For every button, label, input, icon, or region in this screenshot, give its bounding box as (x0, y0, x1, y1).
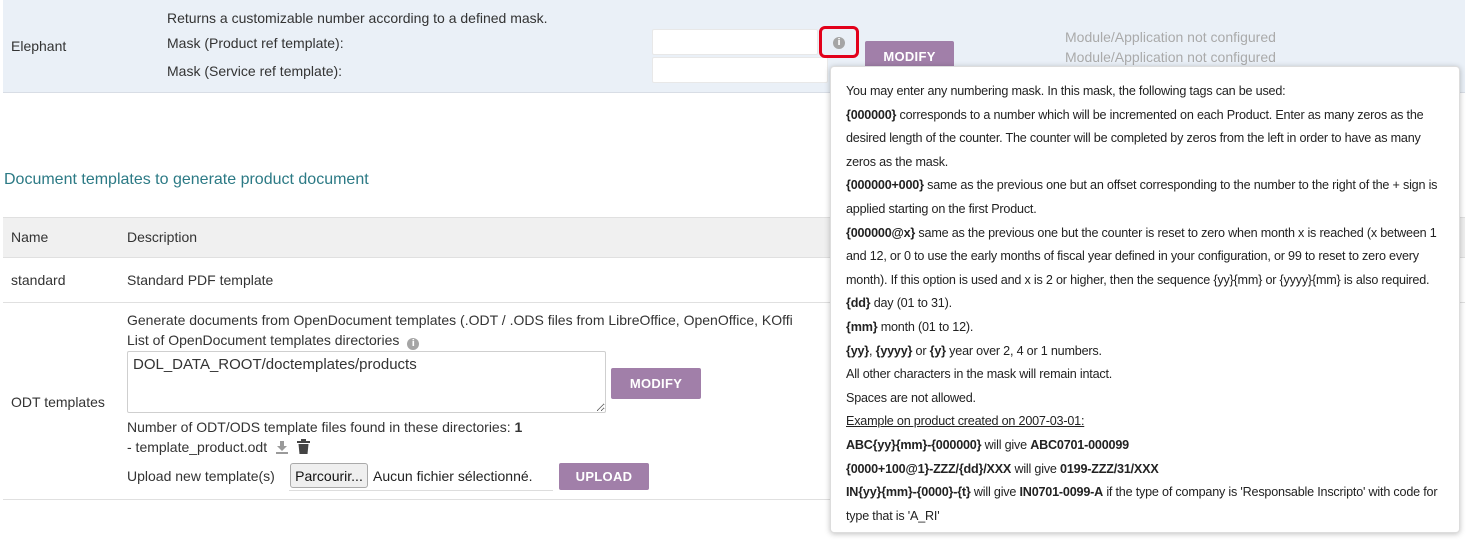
template-name: standard (11, 272, 66, 288)
mask-service-input[interactable] (652, 57, 828, 83)
tooltip-tag: {y} (929, 343, 946, 358)
tooltip-line: {yy}, {yyyy} or {y} year over 2, 4 or 1 … (846, 340, 1444, 364)
tooltip-tag: {mm} (846, 319, 878, 334)
tooltip-tag: IN{yy}{mm}-{0000}-{t} (846, 485, 971, 500)
odt-count: Number of ODT/ODS template files found i… (127, 419, 522, 435)
tooltip-text: same as the previous one but an offset c… (846, 178, 1438, 216)
tooltip-text: , (869, 343, 876, 358)
mask-help-tooltip: You may enter any numbering mask. In thi… (830, 66, 1460, 533)
mask-service-label: Mask (Service ref template): (167, 63, 343, 79)
mask-product-label: Mask (Product ref template): (167, 35, 344, 51)
tooltip-tag: {000000+000} (846, 178, 924, 193)
mask-product-input[interactable] (652, 29, 818, 55)
tooltip-example: IN{yy}{mm}-{0000}-{t} will give IN0701-0… (846, 481, 1444, 528)
column-header-description: Description (127, 229, 198, 245)
tooltip-text: month (01 to 12). (877, 319, 974, 334)
trash-icon[interactable] (296, 439, 310, 457)
tooltip-example: ABC{yy}{mm}-{000000} will give ABC0701-0… (846, 434, 1444, 458)
tooltip-tag: {0000+100@1}-ZZZ/{dd}/XXX (846, 461, 1012, 476)
tooltip-text: will give (970, 485, 1020, 500)
column-header-name: Name (11, 229, 49, 245)
template-description: Standard PDF template (127, 272, 274, 288)
tooltip-line: {000000@x} same as the previous one but … (846, 222, 1444, 293)
odt-dirs-textarea[interactable]: DOL_DATA_ROOT/doctemplates/products (127, 351, 606, 413)
tooltip-line: Spaces are not allowed. (846, 390, 976, 405)
no-file-text: Aucun fichier sélectionné. (373, 468, 533, 484)
odt-count-label: Number of ODT/ODS template files found i… (127, 419, 511, 435)
status-text: Module/Application not configured (1065, 49, 1276, 65)
status-text: Module/Application not configured (1065, 29, 1276, 45)
modify-dirs-button[interactable]: MODIFY (611, 368, 701, 399)
tooltip-text: corresponds to a number which will be in… (846, 107, 1424, 169)
tooltip-tag: {yy} (846, 343, 870, 358)
tooltip-line: All other characters in the mask will re… (846, 367, 1113, 382)
odt-file: - template_product.odt (127, 439, 310, 457)
section-title: Document templates to generate product d… (4, 171, 369, 188)
tooltip-text: same as the previous one but the counter… (846, 225, 1437, 287)
tooltip-intro: You may enter any numbering mask. In thi… (846, 84, 1286, 98)
odt-dirs-label: List of OpenDocument templates directori… (127, 332, 420, 350)
tooltip-text: will give (1011, 461, 1061, 476)
tooltip-line: {mm} month (01 to 12). (846, 316, 1444, 340)
tooltip-tag: {dd} (846, 296, 871, 311)
module-description: Returns a customizable number according … (167, 10, 548, 26)
odt-count-value: 1 (514, 419, 523, 435)
tooltip-text: year over 2, 4 or 1 numbers. (945, 343, 1102, 358)
odt-file-name: - template_product.odt (127, 439, 268, 455)
upload-label: Upload new template(s) (127, 468, 275, 484)
row-divider (3, 499, 833, 500)
tooltip-tag: {000000} (846, 107, 897, 122)
tooltip-text: will give (981, 437, 1031, 452)
tooltip-example: {0000+100@1}-ZZZ/{dd}/XXX will give 0199… (846, 458, 1444, 482)
tooltip-tag: ABC0701-000099 (1030, 437, 1129, 452)
tooltip-line: {dd} day (01 to 31). (846, 292, 1444, 316)
tooltip-tag: 0199-ZZZ/31/XXX (1060, 461, 1159, 476)
info-icon[interactable]: i (833, 37, 845, 49)
odt-generate-text: Generate documents from OpenDocument tem… (127, 312, 793, 328)
tooltip-tag: {yyyy} (875, 343, 913, 358)
upload-button[interactable]: UPLOAD (559, 463, 649, 490)
info-icon[interactable]: i (407, 338, 420, 350)
browse-button[interactable]: Parcourir... (290, 463, 368, 488)
tooltip-example-title: Example on product created on 2007-03-01… (846, 414, 1085, 429)
tooltip-line: {000000} corresponds to a number which w… (846, 104, 1444, 175)
tooltip-tag: IN0701-0099-A (1019, 485, 1104, 500)
template-name: ODT templates (11, 394, 105, 410)
tooltip-text: or (912, 343, 930, 358)
tooltip-line: {000000+000} same as the previous one bu… (846, 174, 1444, 221)
module-name: Elephant (11, 38, 67, 54)
tooltip-tag: {000000@x} (846, 225, 916, 240)
tooltip-text: day (01 to 31). (870, 296, 952, 311)
tooltip-tag: ABC{yy}{mm}-{000000} (846, 437, 982, 452)
odt-dirs-label-text: List of OpenDocument templates directori… (127, 332, 400, 348)
download-icon[interactable] (275, 440, 289, 457)
